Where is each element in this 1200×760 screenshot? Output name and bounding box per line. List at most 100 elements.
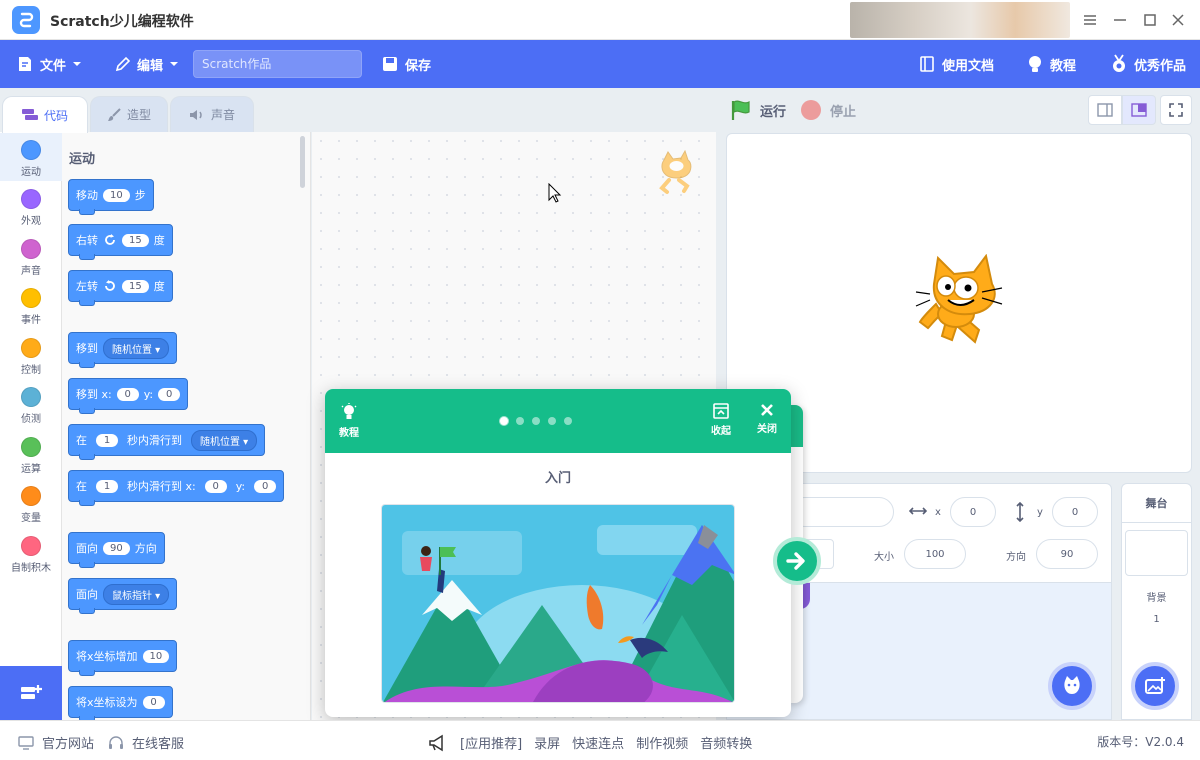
website-link[interactable]: 官方网站 xyxy=(18,733,94,752)
edit-menu-label: 编辑 xyxy=(137,58,164,74)
recommend-app-link[interactable]: 录屏 xyxy=(534,733,560,752)
project-title-input[interactable] xyxy=(193,50,362,78)
block-point-direction[interactable]: 面向 90 方向 xyxy=(68,532,165,568)
recommend-app-link[interactable]: 快速连点 xyxy=(572,733,624,752)
size-input[interactable]: 100 xyxy=(904,539,966,569)
stage-title: 舞台 xyxy=(1121,483,1192,523)
block-dropdown[interactable]: 随机位置 ▾ xyxy=(103,337,170,359)
tutorial-page-dot-active[interactable] xyxy=(500,417,508,425)
choose-sprite-button[interactable] xyxy=(1048,662,1096,710)
palette-scrollbar[interactable] xyxy=(300,136,305,188)
category-dot xyxy=(21,536,41,556)
tutorial-next-button[interactable] xyxy=(773,537,821,585)
tutorial-menu-button[interactable]: 教程 xyxy=(339,403,359,439)
category-events[interactable]: 事件 xyxy=(0,281,62,329)
tab-costumes[interactable]: 造型 xyxy=(90,96,168,132)
save-button[interactable]: 保存 xyxy=(381,40,431,88)
block-move-steps[interactable]: 移动 10 步 xyxy=(68,179,154,215)
category-variables[interactable]: 变量 xyxy=(0,479,62,527)
tutorial-close-button[interactable]: 关闭 xyxy=(757,403,777,435)
block-input[interactable]: 0 xyxy=(204,479,227,493)
block-dropdown[interactable]: 随机位置 ▾ xyxy=(191,429,258,451)
file-menu[interactable]: 文件 xyxy=(16,40,82,88)
block-point-towards[interactable]: 面向 鼠标指针 ▾ xyxy=(68,578,178,614)
block-input[interactable]: 10 xyxy=(103,188,130,202)
stop-button[interactable]: 停止 xyxy=(800,99,856,121)
block-input[interactable]: 0 xyxy=(142,695,165,709)
y-label: y xyxy=(1037,507,1043,518)
block-change-x[interactable]: 将x坐标增加 10 xyxy=(68,640,178,676)
stop-label: 停止 xyxy=(830,104,857,120)
minimize-icon[interactable] xyxy=(1110,10,1130,30)
block-text: 秒内滑行到 x: xyxy=(127,480,196,493)
run-button[interactable]: 运行 xyxy=(730,99,786,121)
tutorial-label: 教程 xyxy=(339,428,359,439)
stage-thumbnail[interactable] xyxy=(1125,530,1188,576)
docs-link[interactable]: 使用文档 xyxy=(918,40,994,88)
tutorial-collapse-button[interactable]: 收起 xyxy=(711,403,731,437)
block-input[interactable]: 0 xyxy=(254,479,277,493)
support-link[interactable]: 在线客服 xyxy=(108,733,184,752)
block-input[interactable]: 1 xyxy=(96,479,118,493)
block-input[interactable]: 0 xyxy=(116,387,139,401)
block-goto-xy[interactable]: 移到 x: 0 y: 0 xyxy=(68,378,189,414)
featured-link[interactable]: 优秀作品 xyxy=(1110,40,1186,88)
block-input[interactable]: 15 xyxy=(122,233,149,247)
tutorial-dialog[interactable]: 教程 收起 关闭 入门 xyxy=(325,389,791,717)
block-goto[interactable]: 移到 随机位置 ▾ xyxy=(68,332,178,368)
block-set-x[interactable]: 将x坐标设为 0 xyxy=(68,686,173,722)
block-turn-right[interactable]: 右转 15 度 xyxy=(68,224,173,260)
recommend-app-link[interactable]: 音频转换 xyxy=(700,733,752,752)
tutorial-page-dot[interactable] xyxy=(516,417,524,425)
block-glide-to[interactable]: 在 1 秒内滑行到 随机位置 ▾ xyxy=(68,424,266,460)
category-myblocks[interactable]: 自制积木 xyxy=(0,529,62,577)
category-dot xyxy=(21,189,41,209)
tutorial-page-dot[interactable] xyxy=(532,417,540,425)
category-sensing[interactable]: 侦测 xyxy=(0,380,62,428)
save-icon xyxy=(383,57,397,71)
support-label: 在线客服 xyxy=(132,737,185,752)
direction-input[interactable]: 90 xyxy=(1036,539,1098,569)
block-input[interactable]: 90 xyxy=(103,541,130,555)
sprite-name-input[interactable] xyxy=(790,497,894,527)
block-text: y: xyxy=(143,387,154,401)
tutorial-page-dot[interactable] xyxy=(548,417,556,425)
edit-menu[interactable]: 编辑 xyxy=(115,40,179,88)
tutorials-link[interactable]: 教程 xyxy=(1026,40,1076,88)
menu-icon[interactable] xyxy=(1080,10,1100,30)
small-stage-button[interactable] xyxy=(1088,95,1122,125)
block-glide-to-xy[interactable]: 在 1 秒内滑行到 x: 0 y: 0 xyxy=(68,470,285,506)
y-input[interactable]: 0 xyxy=(1052,497,1098,527)
large-stage-button[interactable] xyxy=(1122,95,1156,125)
category-dot xyxy=(21,338,41,358)
recommend-app-link[interactable]: 制作视频 xyxy=(636,733,688,752)
category-sound[interactable]: 声音 xyxy=(0,232,62,280)
dropdown-value: 鼠标指针 xyxy=(112,590,152,602)
category-control[interactable]: 控制 xyxy=(0,331,62,379)
maximize-icon[interactable] xyxy=(1140,10,1160,30)
fullscreen-button[interactable] xyxy=(1160,95,1192,125)
tab-code[interactable]: 代码 xyxy=(2,96,88,133)
code-icon xyxy=(21,109,38,120)
block-text: 面向 xyxy=(76,542,98,555)
block-input[interactable]: 15 xyxy=(122,279,149,293)
ad-banner[interactable] xyxy=(850,2,1070,38)
block-input[interactable]: 0 xyxy=(158,387,181,401)
tab-sounds[interactable]: 声音 xyxy=(170,96,254,132)
megaphone-icon xyxy=(429,734,443,751)
add-extension-button[interactable] xyxy=(0,666,62,720)
block-turn-left[interactable]: 左转 15 度 xyxy=(68,270,173,306)
category-operators[interactable]: 运算 xyxy=(0,430,62,478)
category-looks[interactable]: 外观 xyxy=(0,182,62,230)
backdrop-label: 背景 xyxy=(1146,593,1167,604)
category-motion[interactable]: 运动 xyxy=(0,133,62,181)
mouse-cursor-icon xyxy=(548,182,562,206)
tutorial-page-dot[interactable] xyxy=(564,417,572,425)
block-input[interactable]: 10 xyxy=(142,649,170,663)
block-input[interactable]: 1 xyxy=(96,433,118,447)
close-icon[interactable] xyxy=(1168,10,1188,30)
choose-backdrop-button[interactable] xyxy=(1131,662,1179,710)
cat-sprite-icon[interactable] xyxy=(908,253,1008,357)
block-dropdown[interactable]: 鼠标指针 ▾ xyxy=(103,583,170,605)
x-input[interactable]: 0 xyxy=(950,497,996,527)
